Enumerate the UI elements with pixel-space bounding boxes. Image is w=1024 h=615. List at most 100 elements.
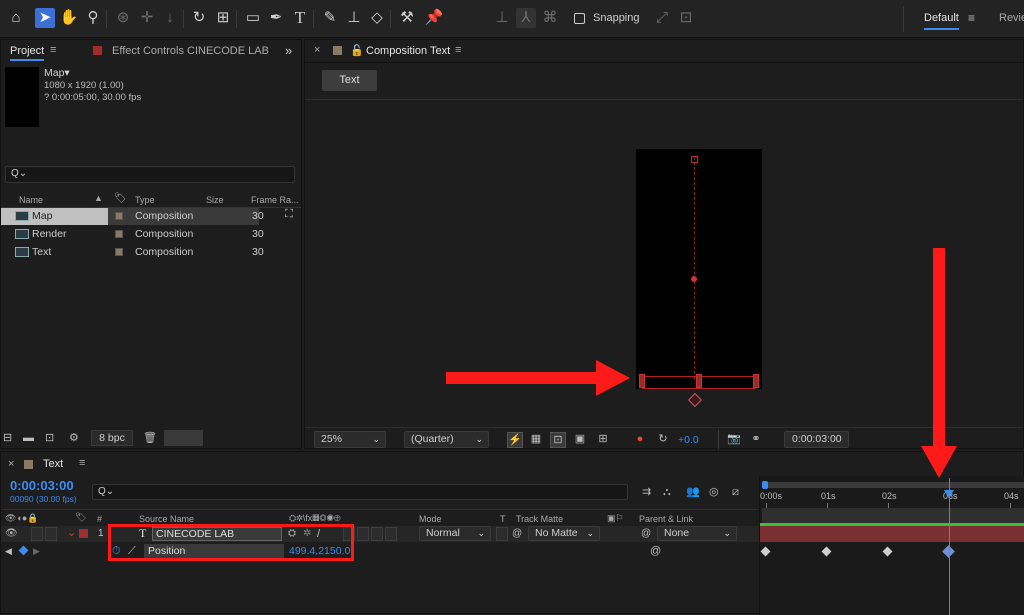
comp-flow-button[interactable]: Text bbox=[322, 70, 377, 91]
roto-brush-icon[interactable]: ⚒ bbox=[397, 8, 417, 28]
snapshot-camera-icon[interactable]: 📷 bbox=[726, 432, 742, 446]
project-settings-icon[interactable]: ⚙ bbox=[69, 431, 79, 445]
new-composition-icon[interactable]: ⊡ bbox=[45, 431, 54, 445]
matte-pickwhip-icon[interactable]: @ bbox=[512, 527, 522, 541]
timeline-search-input[interactable]: Q⌄ bbox=[92, 484, 628, 500]
solo-toggle[interactable] bbox=[45, 527, 57, 541]
layer-duration-bar[interactable] bbox=[760, 526, 1024, 542]
col-size[interactable]: Size bbox=[206, 195, 224, 205]
project-tab[interactable]: Project bbox=[10, 45, 45, 61]
interpret-footage-icon[interactable]: ⊟ bbox=[3, 431, 12, 445]
lock-icon[interactable]: 🔓 bbox=[350, 44, 364, 57]
current-time-display[interactable]: 0:00:03:00 bbox=[10, 478, 74, 493]
guides-icon[interactable]: ⊞ bbox=[595, 432, 611, 446]
shy-layers-icon[interactable]: 👥 bbox=[686, 485, 700, 499]
expand-chevron-icon[interactable]: ⌄ bbox=[67, 526, 76, 540]
eye-icon[interactable]: 👁 bbox=[5, 527, 18, 541]
bit-depth-button[interactable]: 8 bpc bbox=[91, 430, 133, 446]
zoom-tool-icon[interactable]: ⚲ bbox=[83, 8, 103, 28]
keyframe-diamond[interactable] bbox=[821, 546, 832, 557]
thumbnail-transparency-toggle[interactable] bbox=[164, 430, 203, 446]
motion-blur-icon[interactable]: ◎ bbox=[709, 485, 719, 499]
col-mode[interactable]: Mode bbox=[419, 514, 442, 524]
comp-tab-menu-icon[interactable]: ≡ bbox=[455, 44, 461, 56]
comp-name[interactable]: Map▾ bbox=[44, 67, 70, 79]
parent-dropdown[interactable]: None ⌄ bbox=[657, 526, 737, 541]
layer-handle-right[interactable] bbox=[753, 374, 759, 388]
position-handle-icon[interactable] bbox=[687, 392, 703, 408]
playhead-head-icon[interactable] bbox=[944, 490, 954, 498]
snapping-checkbox[interactable] bbox=[574, 13, 585, 24]
graph-editor-icon[interactable]: ⧄ bbox=[732, 485, 739, 499]
effect-controls-tab[interactable]: Effect Controls CINECODE LAB bbox=[112, 45, 269, 57]
pan-camera-icon[interactable]: ✛ bbox=[137, 8, 157, 28]
puppet-pin-icon[interactable]: 📌 bbox=[424, 8, 444, 28]
next-keyframe-icon[interactable]: ▶ bbox=[33, 544, 40, 558]
world-axis-icon[interactable]: ⅄ bbox=[516, 8, 536, 28]
hand-tool-icon[interactable]: ✋ bbox=[59, 8, 79, 28]
layer-handle-center[interactable] bbox=[696, 374, 702, 388]
keyframe-diamond[interactable] bbox=[760, 546, 771, 557]
reset-exposure-icon[interactable]: ↻ bbox=[655, 432, 671, 446]
show-snapshot-icon[interactable]: ⚭ bbox=[748, 432, 764, 446]
project-search-input[interactable]: Q⌄ bbox=[5, 166, 295, 183]
project-tab-menu-icon[interactable]: ≡ bbox=[50, 44, 56, 56]
col-type[interactable]: Type bbox=[135, 195, 155, 205]
dolly-camera-icon[interactable]: ↓ bbox=[160, 8, 180, 28]
track-matte-dropdown[interactable]: No Matte ⌄ bbox=[528, 526, 600, 541]
audio-toggle[interactable] bbox=[31, 527, 43, 541]
workspace-review[interactable]: Revie bbox=[999, 12, 1024, 24]
playhead[interactable] bbox=[949, 478, 950, 615]
blend-mode-dropdown[interactable]: Normal ⌄ bbox=[419, 526, 491, 541]
channel-icon[interactable]: ● bbox=[632, 432, 648, 446]
trash-icon[interactable]: 🗑 bbox=[143, 431, 157, 445]
eraser-tool-icon[interactable]: ◇ bbox=[367, 8, 387, 28]
workspace-default[interactable]: Default bbox=[924, 12, 959, 30]
type-tool-icon[interactable]: T bbox=[290, 8, 310, 28]
exposure-value[interactable]: +0.0 bbox=[678, 434, 699, 446]
fast-preview-icon[interactable]: ⚡ bbox=[507, 432, 523, 448]
col-track-matte[interactable]: Track Matte bbox=[516, 514, 563, 524]
col-parent[interactable]: Parent & Link bbox=[639, 514, 693, 524]
region-of-interest-icon[interactable]: ▣ bbox=[572, 432, 588, 446]
col-source-name[interactable]: Source Name bbox=[139, 514, 194, 524]
add-keyframe-icon[interactable] bbox=[18, 545, 29, 556]
parent-pickwhip-icon[interactable]: @ bbox=[641, 527, 651, 541]
work-area-bar[interactable] bbox=[764, 482, 1024, 488]
snap-option-icon[interactable]: ⤢ bbox=[652, 8, 672, 28]
label-swatch[interactable] bbox=[115, 230, 123, 238]
prev-keyframe-icon[interactable]: ◀ bbox=[5, 544, 12, 558]
rectangle-tool-icon[interactable]: ▭ bbox=[243, 8, 263, 28]
anchor-point-icon[interactable] bbox=[691, 276, 697, 282]
col-name[interactable]: Name bbox=[19, 195, 43, 205]
list-item[interactable]: Render Composition 30 bbox=[9, 226, 291, 243]
timeline-tab[interactable]: Text bbox=[43, 458, 63, 470]
home-icon[interactable]: ⌂ bbox=[6, 8, 26, 28]
col-frame-rate[interactable]: Frame Ra... bbox=[251, 195, 299, 205]
switch-box[interactable] bbox=[385, 527, 397, 541]
brush-tool-icon[interactable]: ✎ bbox=[320, 8, 340, 28]
label-swatch[interactable] bbox=[115, 248, 123, 256]
workspace-menu-icon[interactable]: ≡ bbox=[968, 11, 975, 25]
new-folder-icon[interactable]: ▬ bbox=[23, 431, 34, 445]
viewer-timecode[interactable]: 0:00:03:00 bbox=[784, 431, 849, 448]
list-item[interactable]: Text Composition 30 bbox=[9, 244, 291, 261]
sort-up-icon[interactable]: ▲ bbox=[94, 193, 103, 203]
timeline-tab-menu-icon[interactable]: ≡ bbox=[79, 457, 85, 469]
local-axis-icon[interactable]: ⊥ bbox=[492, 8, 512, 28]
mask-visibility-icon[interactable]: ⊡ bbox=[550, 432, 566, 448]
pan-behind-tool-icon[interactable]: ⊞ bbox=[213, 8, 233, 28]
transparency-grid-icon[interactable]: ▦ bbox=[528, 432, 544, 446]
switch-box[interactable] bbox=[357, 527, 369, 541]
pen-tool-icon[interactable]: ✒ bbox=[266, 8, 286, 28]
work-area-start-handle[interactable] bbox=[762, 481, 768, 489]
view-axis-icon[interactable]: ⌘ bbox=[540, 8, 560, 28]
preserve-transparency-toggle[interactable] bbox=[496, 527, 508, 541]
layer-handle-left[interactable] bbox=[639, 374, 645, 388]
keyframe-diamond[interactable] bbox=[882, 546, 893, 557]
flowchart-icon[interactable]: ⛶ bbox=[285, 208, 293, 221]
panel-overflow-icon[interactable]: » bbox=[285, 43, 292, 58]
time-graph[interactable]: 0:00s 01s 02s 03s 04s bbox=[759, 476, 1024, 615]
list-item[interactable]: Map Composition 30 ⛶ bbox=[1, 208, 293, 225]
label-swatch[interactable] bbox=[115, 212, 123, 220]
